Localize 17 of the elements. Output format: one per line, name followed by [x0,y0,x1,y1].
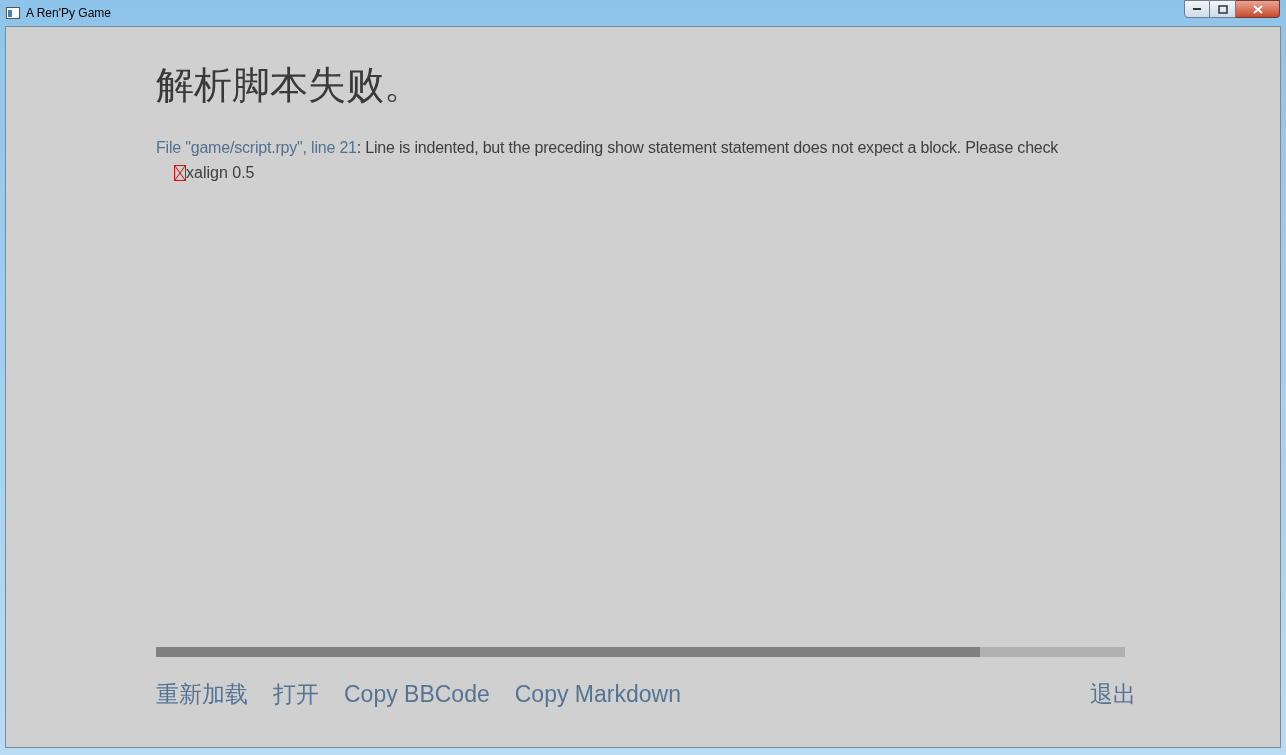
close-icon [1252,4,1263,14]
window-title: A Ren'Py Game [26,5,111,22]
action-link[interactable]: Copy Markdown [514,676,681,711]
close-button[interactable] [1236,0,1280,18]
maximize-button[interactable] [1210,0,1236,18]
maximize-icon [1217,4,1228,14]
code-line: xalign 0.5 [186,163,255,183]
error-heading: 解析脚本失败。 [156,63,423,108]
action-link[interactable]: 打开 [273,676,319,711]
error-message: File "game/script.rpy", line 21: Line is indented, but the preceding show statement statement does not expect a block. Please check [156,139,1059,156]
quit-link[interactable]: 退出 [1090,676,1136,711]
action-link[interactable]: Copy BBCode [344,676,490,711]
minimize-icon [1192,7,1202,11]
action-link[interactable]: 重新加载 [156,676,248,711]
minimize-button[interactable] [1184,0,1210,18]
app-icon [6,6,20,20]
missing-glyph-icon [174,164,186,181]
